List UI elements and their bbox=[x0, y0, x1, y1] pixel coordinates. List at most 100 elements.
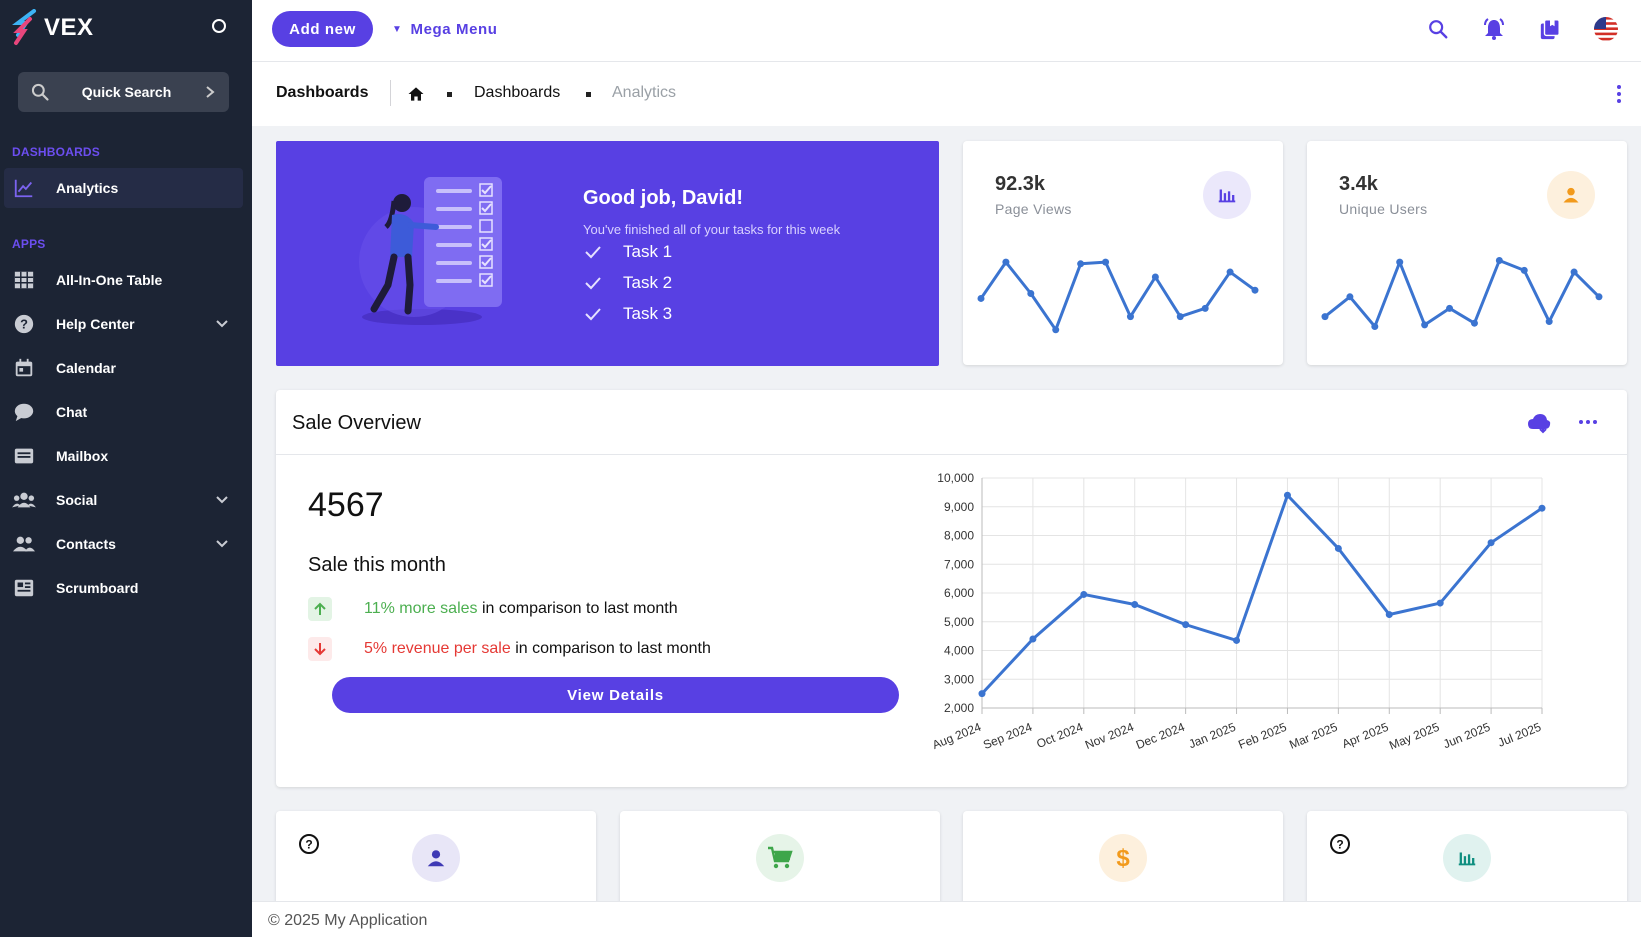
welcome-title: Good job, David! bbox=[583, 187, 743, 209]
x-tick-label: Jan 2025 bbox=[1187, 720, 1238, 752]
quick-search-button[interactable]: Quick Search bbox=[18, 72, 229, 112]
home-icon[interactable] bbox=[406, 84, 426, 104]
sparkline-point bbox=[1570, 268, 1578, 276]
card-header: Sale Overview bbox=[276, 390, 1627, 455]
sidebar-collapse-toggle[interactable] bbox=[212, 19, 226, 33]
trend-up-highlight: 11% more sales bbox=[364, 600, 478, 617]
welcome-card: Good job, David! You've finished all of … bbox=[276, 141, 939, 366]
sparkline-point bbox=[1102, 258, 1110, 266]
more-horizontal-icon[interactable] bbox=[1577, 412, 1599, 432]
sparkline-point bbox=[1545, 318, 1553, 326]
chart-line-icon bbox=[12, 176, 36, 200]
sidebar-item-label: Analytics bbox=[56, 180, 119, 196]
search-icon[interactable] bbox=[1424, 15, 1452, 43]
stat-label: Page Views bbox=[995, 201, 1072, 217]
sidebar-item-chat[interactable]: Chat bbox=[4, 392, 243, 432]
y-tick-label: 2,000 bbox=[944, 701, 974, 715]
welcome-subtitle: You've finished all of your tasks for th… bbox=[583, 222, 841, 237]
sparkline-point bbox=[977, 294, 985, 302]
sparkline-point bbox=[1126, 313, 1134, 321]
sparkline-point bbox=[1027, 290, 1035, 297]
x-tick-label: Oct 2024 bbox=[1035, 720, 1086, 751]
help-icon[interactable]: ? bbox=[298, 833, 320, 855]
sidebar-item-all-in-one-table[interactable]: All-In-One Table bbox=[4, 260, 243, 300]
svg-text:?: ? bbox=[1336, 838, 1343, 852]
unique-users-sparkline bbox=[1321, 257, 1603, 330]
view-details-button[interactable]: View Details bbox=[332, 677, 899, 713]
brand[interactable]: VEX bbox=[12, 8, 94, 48]
task-board-illustration bbox=[359, 177, 502, 325]
us-flag-icon[interactable] bbox=[1592, 15, 1620, 43]
x-tick-label: Nov 2024 bbox=[1083, 720, 1136, 752]
dollar-icon: $ bbox=[1099, 834, 1147, 882]
data-point bbox=[1029, 635, 1037, 643]
search-icon bbox=[31, 83, 49, 101]
mega-menu-button[interactable]: ▼ Mega Menu bbox=[392, 21, 498, 38]
sidebar-item-calendar[interactable]: Calendar bbox=[4, 348, 243, 388]
sidebar-item-scrumboard[interactable]: Scrumboard bbox=[4, 568, 243, 608]
data-point bbox=[1436, 599, 1444, 607]
trend-down-text: in comparison to last month bbox=[510, 640, 711, 657]
task-item: Task 3 bbox=[583, 304, 672, 324]
sidebar-item-label: All-In-One Table bbox=[56, 272, 163, 288]
bell-icon[interactable] bbox=[1480, 15, 1508, 43]
section-apps: APPS bbox=[12, 237, 46, 251]
sidebar-item-help-center[interactable]: ? Help Center bbox=[4, 304, 243, 344]
breadcrumb-dashboards[interactable]: Dashboards bbox=[474, 84, 560, 102]
sparkline-point bbox=[1176, 313, 1184, 321]
arrow-up-icon bbox=[308, 597, 332, 621]
person-icon bbox=[412, 834, 460, 882]
stat-label: Unique Users bbox=[1339, 201, 1428, 217]
breadcrumb-separator bbox=[447, 92, 452, 97]
y-tick-label: 10,000 bbox=[937, 471, 974, 485]
page-views-sparkline bbox=[977, 258, 1259, 334]
more-vertical-icon[interactable] bbox=[1615, 84, 1623, 104]
x-tick-label: Mar 2025 bbox=[1287, 720, 1340, 752]
trend-down-row: 5% revenue per sale in comparison to las… bbox=[308, 637, 711, 661]
add-new-button[interactable]: Add new bbox=[272, 11, 373, 47]
data-point bbox=[1283, 491, 1291, 499]
x-tick-label: May 2025 bbox=[1387, 720, 1441, 753]
scrumboard-icon bbox=[12, 576, 36, 600]
stat-value: 92.3k bbox=[995, 173, 1046, 195]
footer: © 2025 My Application bbox=[252, 901, 1641, 937]
sale-number: 4567 bbox=[308, 486, 384, 524]
sidebar-item-label: Contacts bbox=[56, 536, 116, 552]
sparkline-series bbox=[979, 260, 1256, 332]
x-tick-label: Aug 2024 bbox=[930, 720, 983, 752]
divider bbox=[390, 80, 391, 106]
data-point bbox=[1080, 590, 1088, 598]
quick-search-label: Quick Search bbox=[81, 84, 172, 100]
sparkline-point bbox=[1396, 258, 1404, 266]
chevron-down-icon bbox=[216, 540, 228, 548]
sidebar-item-label: Chat bbox=[56, 404, 88, 420]
sparkline-point bbox=[1446, 304, 1454, 312]
sidebar-item-social[interactable]: Social bbox=[4, 480, 243, 520]
bookmarks-icon[interactable] bbox=[1536, 15, 1564, 43]
sparkline-series bbox=[1324, 259, 1601, 328]
sidebar-item-mailbox[interactable]: Mailbox bbox=[4, 436, 243, 476]
data-point bbox=[1385, 611, 1393, 619]
chat-icon bbox=[12, 400, 36, 424]
series-line bbox=[980, 493, 1543, 695]
data-point bbox=[1131, 601, 1139, 608]
sparkline-point bbox=[1371, 323, 1379, 330]
mega-menu-label: Mega Menu bbox=[410, 21, 498, 38]
cloud-download-icon[interactable] bbox=[1527, 412, 1551, 434]
sparkline-point bbox=[1226, 268, 1234, 276]
sale-overview-card: Sale Overview 4567 Sale this month 11% m… bbox=[276, 390, 1627, 787]
sidebar-item-contacts[interactable]: Contacts bbox=[4, 524, 243, 564]
sidebar-item-analytics[interactable]: Analytics bbox=[4, 168, 243, 208]
x-tick-label: Jul 2025 bbox=[1496, 720, 1544, 750]
task-label: Task 1 bbox=[623, 242, 673, 261]
x-tick-label: Dec 2024 bbox=[1134, 720, 1187, 752]
svg-text:?: ? bbox=[20, 317, 28, 332]
data-point bbox=[1334, 544, 1342, 552]
sparkline-point bbox=[1077, 260, 1085, 268]
trend-up-text: in comparison to last month bbox=[477, 600, 678, 617]
help-icon[interactable]: ? bbox=[1329, 833, 1351, 855]
task-item: Task 1 bbox=[583, 242, 672, 262]
task-label: Task 2 bbox=[623, 273, 673, 292]
y-tick-label: 9,000 bbox=[944, 500, 974, 514]
y-tick-label: 5,000 bbox=[944, 615, 974, 629]
